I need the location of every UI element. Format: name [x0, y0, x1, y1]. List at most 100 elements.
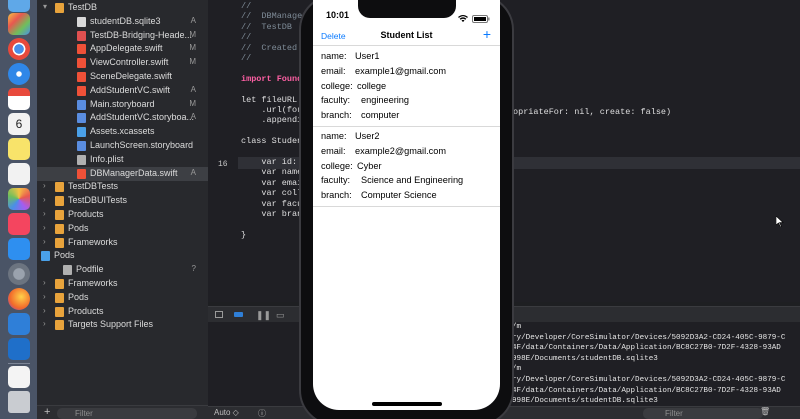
code-text: var email [241, 177, 308, 188]
navigator-item[interactable]: TestDB-Bridging-Heade... M [37, 29, 208, 43]
chevron-right-icon[interactable]: › [43, 306, 46, 315]
navigator-item[interactable]: Main.storyboard M [37, 98, 208, 112]
navigator-filter-bar: + Filter [37, 405, 208, 419]
code-line[interactable]: import Found [241, 74, 302, 86]
reminders-icon[interactable] [8, 163, 30, 185]
navigator-item[interactable]: DBManagerData.swift A [37, 166, 208, 181]
navigator-item[interactable]: SceneDelegate.swift [37, 70, 208, 84]
add-file-button[interactable]: + [44, 406, 50, 418]
hide-debug-area-button[interactable] [215, 311, 223, 318]
finder-icon[interactable] [8, 0, 30, 12]
chevron-right-icon[interactable]: › [43, 292, 46, 301]
safari-icon[interactable] [8, 63, 30, 85]
pause-button[interactable]: ❚❚ [256, 310, 271, 321]
navigator-item[interactable]: AddStudentVC.storyboa... A [37, 111, 208, 125]
breakpoints-toggle-icon[interactable] [234, 312, 243, 317]
file-icon [77, 16, 86, 27]
chevron-right-icon[interactable]: › [43, 319, 46, 328]
step-over-button[interactable]: ▭ [276, 310, 285, 321]
student-college-row: college: college [321, 81, 386, 91]
chevron-right-icon[interactable]: › [43, 237, 46, 246]
assets-folder-icon [77, 127, 86, 138]
source-control-badge: M [189, 43, 196, 53]
info-icon[interactable]: ⓘ [258, 408, 266, 419]
source-control-badge: A [190, 84, 196, 94]
navigator-item[interactable]: › Frameworks [37, 277, 208, 291]
code-line[interactable]: } [241, 230, 246, 242]
chevron-right-icon[interactable]: › [43, 195, 46, 204]
navigator-item-label: Products [68, 209, 104, 219]
trash-console-button[interactable]: 🗑 [760, 407, 770, 416]
navigator-item[interactable]: studentDB.sqlite3 A [37, 15, 208, 29]
storyboard-icon [77, 141, 86, 151]
mouse-cursor-icon [776, 216, 784, 227]
folder-icon [55, 223, 64, 234]
navigator-item[interactable]: AppDelegate.swift M [37, 42, 208, 56]
chevron-right-icon[interactable]: › [43, 278, 46, 287]
trash-icon[interactable] [8, 391, 30, 413]
navigator-item-label: Pods [54, 250, 75, 261]
student-college-row: college: Cyber [321, 161, 382, 171]
mail-icon[interactable] [8, 88, 30, 110]
navigator-item[interactable]: ViewController.swift M [37, 56, 208, 70]
chevron-right-icon[interactable]: › [43, 209, 46, 218]
student-email-row: email: example2@gmail.com [321, 146, 446, 156]
navigator-item[interactable]: AddStudentVC.swift A [37, 84, 208, 98]
navigator-item[interactable]: Podfile? [37, 263, 208, 277]
navigator-item[interactable]: ▾ TestDB [37, 1, 208, 15]
code-text: // TestDB [241, 21, 293, 32]
app-store-icon[interactable] [8, 238, 30, 260]
navigator-filter-input[interactable]: Filter [57, 408, 197, 419]
code-text: .appendi [241, 115, 303, 126]
chevron-right-icon[interactable]: › [43, 223, 46, 232]
firefox-icon[interactable] [8, 288, 30, 310]
add-student-button[interactable]: + [483, 26, 491, 42]
navigator-item-label: AddStudentVC.swift [90, 84, 171, 95]
storyboard-icon [77, 99, 86, 110]
chrome-icon[interactable] [8, 38, 30, 60]
navigator-item[interactable]: ▾Pods [37, 249, 208, 263]
navigator-item-label: Pods [68, 222, 89, 233]
code-line[interactable]: var branc [241, 209, 307, 221]
notes-icon[interactable] [8, 138, 30, 160]
music-icon[interactable] [8, 213, 30, 235]
student-cell[interactable]: name: User1 email: example1@gmail.com colleg… [313, 47, 500, 127]
nav-title: Student List [380, 30, 433, 40]
navigator-item[interactable]: Info.plist [37, 153, 208, 167]
simulator-screen: 10:01 Delete Student List + name: User1 em… [313, 0, 500, 410]
code-line[interactable]: .appendi [241, 115, 302, 127]
student-cell[interactable]: name: User2 email: example2@gmail.com colleg… [313, 127, 500, 207]
photos-icon[interactable] [8, 188, 30, 210]
console-line: 4F/data/Containers/Data/Application/BC8C… [512, 386, 781, 395]
navigator-item[interactable]: › Products [37, 305, 208, 319]
navigator-item[interactable]: › Targets Support Files [37, 318, 208, 332]
navigator-item[interactable]: › Pods [37, 222, 208, 236]
navigator-item[interactable]: › Frameworks [37, 236, 208, 250]
chevron-right-icon[interactable]: › [43, 181, 46, 190]
navigator-item[interactable]: › TestDBTests [37, 180, 208, 194]
code-text: var facul [241, 198, 308, 209]
calendar-icon[interactable]: 6 [8, 113, 30, 135]
launchpad-icon[interactable] [8, 13, 30, 35]
navigator-item[interactable]: › Products [37, 208, 208, 222]
source-control-badge: M [189, 57, 196, 67]
home-indicator[interactable] [372, 402, 442, 406]
code-text: // [241, 1, 252, 11]
navigator-item[interactable]: › Pods [37, 291, 208, 305]
code-line[interactable]: class Student [241, 136, 307, 148]
navigator-item[interactable]: › TestDBUITests [37, 194, 208, 208]
chevron-down-icon[interactable]: ▾ [43, 2, 47, 11]
navigator-item-label: TestDB [68, 2, 98, 12]
scope-selector[interactable]: Auto ◇ [214, 408, 239, 417]
navigator-item[interactable]: Assets.xcassets [37, 125, 208, 139]
preview-icon[interactable] [8, 366, 30, 388]
system-preferences-icon[interactable] [8, 263, 30, 285]
student-name-label: name: [321, 51, 347, 61]
code-line[interactable]: // [241, 53, 251, 65]
console-filter-input[interactable]: Filter [643, 408, 763, 419]
navigator-item-label: Main.storyboard [90, 98, 155, 109]
xcode-icon[interactable] [8, 313, 30, 335]
instruments-icon[interactable] [8, 338, 30, 360]
student-name-value: User2 [355, 131, 380, 141]
navigator-item[interactable]: LaunchScreen.storyboard [37, 139, 208, 153]
